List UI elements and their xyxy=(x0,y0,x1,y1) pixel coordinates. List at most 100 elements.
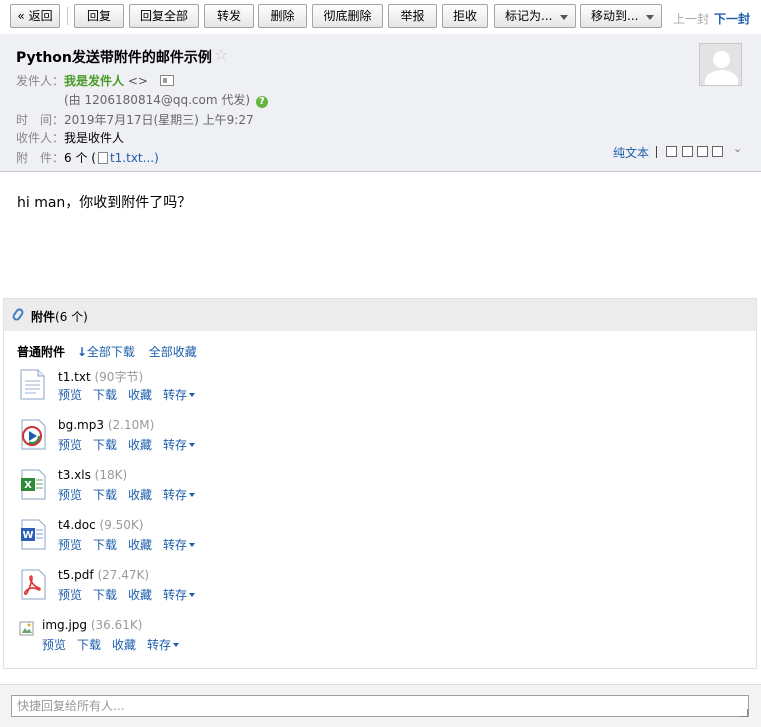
mp3-file-icon[interactable] xyxy=(19,419,46,450)
next-mail-link[interactable]: 下一封 xyxy=(714,10,750,27)
save-mail-icon[interactable] xyxy=(697,146,708,157)
attachment-size: (36.61K) xyxy=(87,618,143,632)
save-to-dropdown[interactable]: 转存 xyxy=(163,438,196,452)
attachment-name[interactable]: t4.doc xyxy=(58,518,96,532)
collect-all-link[interactable]: 全部收藏 xyxy=(149,345,197,359)
attachment-filename[interactable]: img.jpg (36.61K) xyxy=(42,618,142,632)
attachment-actions: 预览 下载 收藏 转存 xyxy=(42,636,190,653)
preview-link[interactable]: 预览 xyxy=(58,438,82,452)
save-to-dropdown[interactable]: 转存 xyxy=(163,588,196,602)
attachment-item: Wt4.doc (9.50K) 预览 下载 收藏 转存 xyxy=(4,518,754,562)
download-link[interactable]: 下载 xyxy=(93,588,117,602)
contact-card-icon[interactable] xyxy=(159,75,174,86)
from-row: 发件人：我是发件人 <> xyxy=(16,73,174,89)
plain-text-link[interactable]: 纯文本 xyxy=(613,144,649,161)
attachment-label: 附 件： xyxy=(16,151,65,165)
attachment-item: bg.mp3 (2.10M) 预览 下载 收藏 转存 xyxy=(4,418,754,462)
to-label: 收件人： xyxy=(16,131,65,145)
download-link[interactable]: 下载 xyxy=(93,388,117,402)
attachment-item: t5.pdf (27.47K) 预览 下载 收藏 转存 xyxy=(4,568,754,612)
report-button[interactable]: 举报 xyxy=(388,4,437,28)
preview-link[interactable]: 预览 xyxy=(58,388,82,402)
reject-button[interactable]: 拒收 xyxy=(442,4,488,28)
avatar[interactable] xyxy=(699,43,742,86)
save-to-dropdown[interactable]: 转存 xyxy=(163,488,196,502)
reply-all-button[interactable]: 回复全部 xyxy=(129,4,199,28)
collect-link[interactable]: 收藏 xyxy=(128,438,152,452)
word-file-icon[interactable]: W xyxy=(19,519,46,550)
from-label: 发件人： xyxy=(16,74,65,88)
chevron-down-icon xyxy=(646,15,654,20)
attachment-actions: 预览 下载 收藏 转存 xyxy=(58,586,206,603)
svg-text:W: W xyxy=(22,530,33,541)
txt-file-icon[interactable] xyxy=(19,369,46,400)
print-icon[interactable] xyxy=(712,146,723,157)
sender-name[interactable]: 我是发件人 xyxy=(64,74,124,88)
attachment-size: (9.50K) xyxy=(95,518,144,532)
star-icon[interactable]: ☆ xyxy=(214,45,228,64)
save-to-dropdown[interactable]: 转存 xyxy=(147,638,180,652)
new-window-icon[interactable] xyxy=(666,146,677,157)
attachment-name[interactable]: bg.mp3 xyxy=(58,418,104,432)
preview-link[interactable]: 预览 xyxy=(58,538,82,552)
resize-handle-icon[interactable] xyxy=(740,709,748,717)
download-link[interactable]: 下载 xyxy=(93,488,117,502)
download-link[interactable]: 下载 xyxy=(93,538,117,552)
attachment-item: img.jpg (36.61K) 预览 下载 收藏 转存 xyxy=(4,618,754,662)
attachment-first-link[interactable]: t1.txt... xyxy=(110,151,154,165)
back-button[interactable]: « 返回 xyxy=(10,4,60,28)
save-to-dropdown[interactable]: 转存 xyxy=(163,538,196,552)
pdf-file-icon[interactable] xyxy=(19,569,46,600)
fullscreen-icon[interactable] xyxy=(682,146,693,157)
collect-link[interactable]: 收藏 xyxy=(128,488,152,502)
collect-link[interactable]: 收藏 xyxy=(128,538,152,552)
excel-file-icon[interactable]: X xyxy=(19,469,46,500)
attachment-filename[interactable]: bg.mp3 (2.10M) xyxy=(58,418,154,432)
attachment-size: (2.10M) xyxy=(104,418,155,432)
attachment-item: t1.txt (90字节) 预览 下载 收藏 转存 xyxy=(4,368,754,412)
chevron-down-icon xyxy=(189,593,196,597)
delete-button[interactable]: 删除 xyxy=(258,4,307,28)
preview-link[interactable]: 预览 xyxy=(42,638,66,652)
attachment-name[interactable]: img.jpg xyxy=(42,618,87,632)
help-icon[interactable]: ? xyxy=(255,96,268,108)
move-to-dropdown[interactable]: 移动到... xyxy=(580,4,662,28)
header-divider xyxy=(656,146,657,158)
attachment-size: (90字节) xyxy=(90,370,144,384)
recipient-name[interactable]: 我是收件人 xyxy=(64,131,124,145)
attachment-size: (18K) xyxy=(90,468,128,482)
save-to-dropdown[interactable]: 转存 xyxy=(163,388,196,402)
sent-by-row: (由 1206180814@qq.com 代发) ? xyxy=(64,92,268,108)
attachment-name[interactable]: t3.xls xyxy=(58,468,91,482)
attachments-title-text: 附件 xyxy=(31,310,56,324)
download-all-link[interactable]: 全部下载 xyxy=(87,345,135,359)
attachment-actions: 预览 下载 收藏 转存 xyxy=(58,486,206,503)
attachment-name[interactable]: t1.txt xyxy=(58,370,91,384)
reply-button[interactable]: 回复 xyxy=(74,4,124,28)
document-icon xyxy=(97,152,108,164)
attachment-filename[interactable]: t1.txt (90字节) xyxy=(58,368,143,385)
mark-as-dropdown[interactable]: 标记为... xyxy=(494,4,576,28)
attachments-count: (6 个) xyxy=(55,310,88,324)
prev-mail-link[interactable]: 上一封 xyxy=(673,10,709,27)
download-link[interactable]: 下载 xyxy=(77,638,101,652)
quick-reply-input[interactable] xyxy=(11,695,749,717)
attachment-actions: 预览 下载 收藏 转存 xyxy=(58,386,206,403)
download-link[interactable]: 下载 xyxy=(93,438,117,452)
attachment-name[interactable]: t5.pdf xyxy=(58,568,94,582)
attachment-size: (27.47K) xyxy=(93,568,150,582)
attachment-filename[interactable]: t5.pdf (27.47K) xyxy=(58,568,149,582)
attachment-filename[interactable]: t3.xls (18K) xyxy=(58,468,127,482)
broken-image-icon[interactable] xyxy=(19,621,35,637)
collect-link[interactable]: 收藏 xyxy=(128,388,152,402)
attachment-close-paren: ) xyxy=(154,151,159,165)
forward-button[interactable]: 转发 xyxy=(204,4,254,28)
paperclip-icon xyxy=(10,306,26,323)
preview-link[interactable]: 预览 xyxy=(58,488,82,502)
collect-link[interactable]: 收藏 xyxy=(128,588,152,602)
attachment-filename[interactable]: t4.doc (9.50K) xyxy=(58,518,143,532)
delete-forever-button[interactable]: 彻底删除 xyxy=(312,4,383,28)
preview-link[interactable]: 预览 xyxy=(58,588,82,602)
chevron-down-icon[interactable]: ⌄ xyxy=(733,142,742,155)
collect-link[interactable]: 收藏 xyxy=(112,638,136,652)
